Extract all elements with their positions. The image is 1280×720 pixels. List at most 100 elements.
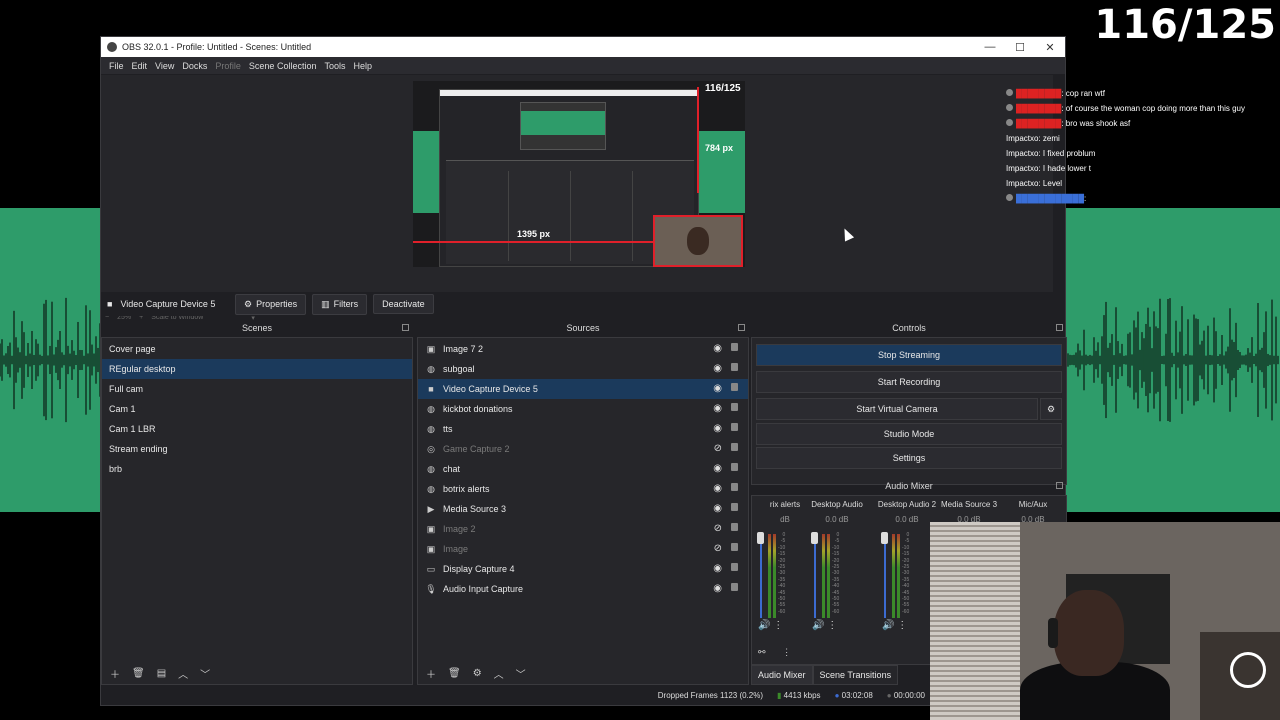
source-item[interactable]: ◍ kickbot donations ◉ <box>418 399 748 419</box>
preview-area[interactable]: 116/125 784 px 1395 px − 25% + Scale to … <box>101 75 1053 322</box>
remove-source-icon[interactable]: 🗑 <box>448 668 461 679</box>
menu-docks[interactable]: Docks <box>178 61 211 71</box>
program-preview[interactable]: 116/125 784 px 1395 px <box>413 81 745 267</box>
source-item[interactable]: ◎ Game Capture 2 ⊘ <box>418 439 748 459</box>
undock-icon[interactable] <box>1056 324 1063 331</box>
selected-webcam-source[interactable] <box>653 215 743 267</box>
volume-fader-knob[interactable] <box>811 532 818 544</box>
lock-icon[interactable] <box>731 543 738 551</box>
scene-item[interactable]: Cam 1 LBR <box>102 419 412 439</box>
start-recording-button[interactable]: Start Recording <box>756 371 1062 393</box>
deactivate-button[interactable]: Deactivate <box>373 294 434 314</box>
remove-scene-icon[interactable]: 🗑 <box>132 668 145 679</box>
source-item[interactable]: ▭ Display Capture 4 ◉ <box>418 559 748 579</box>
add-source-icon[interactable]: ＋ <box>426 666 436 681</box>
eye-icon[interactable]: ◉ <box>713 463 722 474</box>
eye-hidden-icon[interactable]: ⊘ <box>714 543 722 554</box>
eye-icon[interactable]: ◉ <box>713 423 722 434</box>
lock-icon[interactable] <box>731 343 738 351</box>
source-item[interactable]: ◍ botrix alerts ◉ <box>418 479 748 499</box>
eye-icon[interactable]: ◉ <box>713 403 722 414</box>
image-icon: ▣ <box>426 343 436 354</box>
stop-streaming-button[interactable]: Stop Streaming <box>756 344 1062 366</box>
eye-icon[interactable]: ◉ <box>713 503 722 514</box>
lock-icon[interactable] <box>731 563 738 571</box>
menu-scene-collection[interactable]: Scene Collection <box>245 61 321 71</box>
tab-audio-mixer[interactable]: Audio Mixer <box>751 665 813 685</box>
mute-speaker-icon[interactable]: 🔊 ⋮ <box>812 620 837 631</box>
lock-icon[interactable] <box>731 383 738 391</box>
eye-icon[interactable]: ◉ <box>713 363 722 374</box>
source-item[interactable]: ◍ tts ◉ <box>418 419 748 439</box>
undock-icon[interactable] <box>1056 482 1063 489</box>
eye-icon[interactable]: ◉ <box>713 563 722 574</box>
lock-icon[interactable] <box>731 363 738 371</box>
tab-scene-transitions[interactable]: Scene Transitions <box>812 665 899 685</box>
mixer-menu-icon[interactable]: ⋮ <box>782 647 791 657</box>
move-up-icon[interactable]: ︿ <box>178 666 188 681</box>
advanced-audio-icon[interactable]: ⚯ <box>758 647 766 657</box>
scene-item[interactable]: Cover page <box>102 339 412 359</box>
volume-fader-knob[interactable] <box>881 532 888 544</box>
eye-icon[interactable]: ◉ <box>713 383 722 394</box>
lock-icon[interactable] <box>731 443 738 451</box>
eye-icon[interactable]: ◉ <box>713 483 722 494</box>
volume-fader[interactable] <box>814 534 816 618</box>
source-properties-icon[interactable]: ⚙ <box>473 668 482 679</box>
volume-fader[interactable] <box>760 534 762 618</box>
image-icon: ▣ <box>426 523 436 534</box>
lock-icon[interactable] <box>731 463 738 471</box>
mute-speaker-icon[interactable]: 🔊 ⋮ <box>882 620 907 631</box>
move-down-icon[interactable]: ﹀ <box>516 666 526 681</box>
lock-icon[interactable] <box>731 523 738 531</box>
filters-button[interactable]: ▥ Filters <box>312 293 368 315</box>
start-virtual-camera-button[interactable]: Start Virtual Camera <box>756 398 1038 420</box>
menu-file[interactable]: File <box>105 61 128 71</box>
source-item[interactable]: ◍ subgoal ◉ <box>418 359 748 379</box>
eye-icon[interactable]: ◉ <box>713 583 722 594</box>
studio-mode-button[interactable]: Studio Mode <box>756 423 1062 445</box>
minimize-button[interactable]: — <box>975 41 1005 54</box>
scene-item[interactable]: REgular desktop <box>102 359 412 379</box>
menu-tools[interactable]: Tools <box>320 61 349 71</box>
recording-time: ● 00:00:00 <box>887 691 925 700</box>
lock-icon[interactable] <box>731 483 738 491</box>
source-item[interactable]: ▣ Image ⊘ <box>418 539 748 559</box>
add-scene-icon[interactable]: ＋ <box>110 666 120 681</box>
eye-hidden-icon[interactable]: ⊘ <box>714 443 722 454</box>
scene-item[interactable]: Cam 1 <box>102 399 412 419</box>
move-up-icon[interactable]: ︿ <box>494 666 504 681</box>
properties-button[interactable]: ⚙ Properties <box>235 293 307 315</box>
move-down-icon[interactable]: ﹀ <box>200 666 210 681</box>
source-item[interactable]: ◍ chat ◉ <box>418 459 748 479</box>
source-item[interactable]: ■ Video Capture Device 5 ◉ <box>418 379 748 399</box>
lock-icon[interactable] <box>731 423 738 431</box>
volume-fader-knob[interactable] <box>757 532 764 544</box>
menu-edit[interactable]: Edit <box>128 61 152 71</box>
source-item[interactable]: ▣ Image 7 2 ◉ <box>418 339 748 359</box>
mute-speaker-icon[interactable]: 🔊 ⋮ <box>758 620 783 631</box>
scene-filters-icon[interactable]: ▤ <box>157 668 166 679</box>
virtual-camera-settings-icon[interactable]: ⚙ <box>1040 398 1062 420</box>
title-bar[interactable]: OBS 32.0.1 - Profile: Untitled - Scenes:… <box>101 37 1065 57</box>
scene-item[interactable]: Stream ending <box>102 439 412 459</box>
close-button[interactable]: ✕ <box>1035 41 1065 54</box>
undock-icon[interactable] <box>402 324 409 331</box>
settings-button[interactable]: Settings <box>756 447 1062 469</box>
menu-view[interactable]: View <box>151 61 178 71</box>
lock-icon[interactable] <box>731 503 738 511</box>
maximize-button[interactable]: ☐ <box>1005 41 1035 54</box>
source-item[interactable]: ▶ Media Source 3 ◉ <box>418 499 748 519</box>
source-item[interactable]: 🎙 Audio Input Capture ◉ <box>418 579 748 599</box>
undock-icon[interactable] <box>738 324 745 331</box>
eye-icon[interactable]: ◉ <box>713 343 722 354</box>
scene-item[interactable]: brb <box>102 459 412 479</box>
source-item[interactable]: ▣ Image 2 ⊘ <box>418 519 748 539</box>
lock-icon[interactable] <box>731 583 738 591</box>
scene-item[interactable]: Full cam <box>102 379 412 399</box>
menu-profile[interactable]: Profile <box>211 61 245 71</box>
volume-fader[interactable] <box>884 534 886 618</box>
eye-hidden-icon[interactable]: ⊘ <box>714 523 722 534</box>
lock-icon[interactable] <box>731 403 738 411</box>
menu-help[interactable]: Help <box>349 61 376 71</box>
